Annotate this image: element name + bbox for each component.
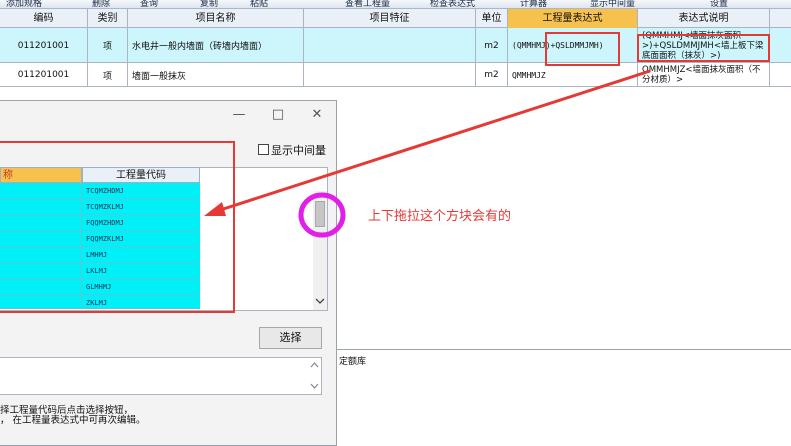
highlight-circle <box>298 192 346 238</box>
arrow-head-icon <box>204 202 226 216</box>
annotation-text: 上下拖拉这个方块会有的 <box>368 209 512 224</box>
annotation-arrow <box>213 69 651 214</box>
